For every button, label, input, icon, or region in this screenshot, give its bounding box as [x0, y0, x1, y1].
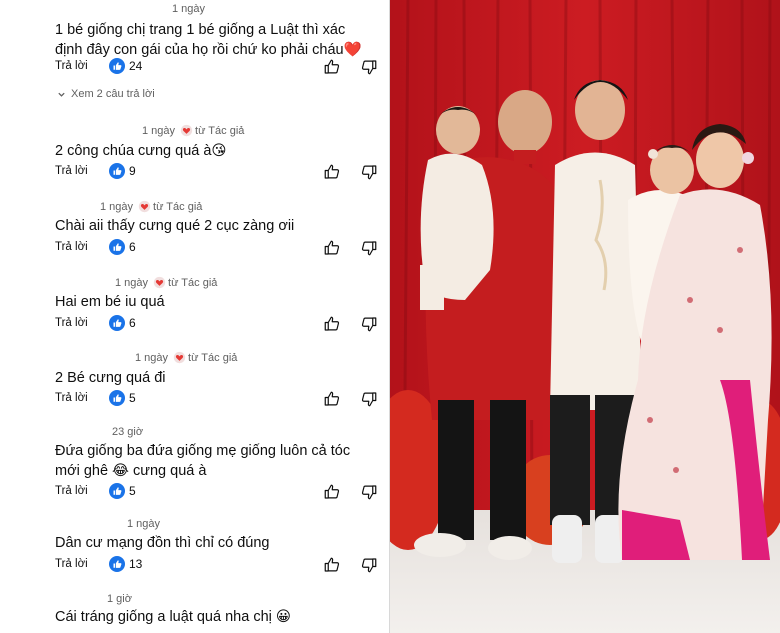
author-heart-badge: từ Tác giả: [173, 351, 237, 364]
like-count: 5: [129, 484, 136, 498]
comment-text: Đứa giống ba đứa giống mẹ giống luôn cả …: [55, 443, 351, 479]
creator-heart-icon: [153, 276, 166, 289]
family-photo-illustration: [390, 0, 780, 633]
reply-button[interactable]: Trả lời: [55, 241, 88, 253]
thumbs-up-icon[interactable]: [323, 390, 341, 408]
reply-button[interactable]: Trả lời: [55, 558, 88, 570]
comment-time: 1 ngày: [172, 3, 206, 15]
comment-meta: 1 ngày từ Tác giả: [135, 351, 237, 364]
thumbs-down-icon[interactable]: [360, 483, 378, 501]
comment-meta: 1 giờ: [107, 593, 132, 605]
like-icon: [109, 390, 125, 406]
view-replies-label: Xem 2 câu trả lời: [71, 88, 155, 100]
thumbs-up-icon[interactable]: [323, 163, 341, 181]
like-icon: [109, 483, 125, 499]
comment-time: 1 ngày: [115, 276, 149, 289]
comment-meta: 23 giờ: [112, 426, 143, 438]
comment-actions: Trả lời 6: [55, 315, 380, 335]
comment-meta: 1 ngày từ Tác giả: [100, 200, 202, 213]
comment-text: 2 công chúa cưng quá à😘: [55, 143, 227, 159]
chevron-down-icon: [58, 92, 65, 97]
creator-heart-icon: [138, 200, 151, 213]
comment-text: 1 bé giống chị trang 1 bé giống a Luật t…: [55, 22, 362, 58]
comment-text: Chài aii thấy cưng qué 2 cục zàng ơii: [55, 218, 295, 234]
comment-time: 1 ngày: [135, 351, 169, 364]
reply-button[interactable]: Trả lời: [55, 165, 88, 177]
thumbs-down-icon[interactable]: [360, 58, 378, 76]
author-heart-badge: từ Tác giả: [138, 200, 202, 213]
author-heart-badge: từ Tác giả: [153, 276, 217, 289]
like-icon: [109, 239, 125, 255]
thumbs-up-icon[interactable]: [323, 483, 341, 501]
comment-time: 1 ngày: [142, 124, 176, 137]
thumbs-down-icon[interactable]: [360, 556, 378, 574]
like-icon: [109, 163, 125, 179]
like-count: 6: [129, 316, 136, 330]
comment-time: 1 ngày: [127, 518, 161, 530]
comment-text: Dân cư mạng đồn thì chỉ có đúng: [55, 535, 270, 551]
creator-heart-icon: [173, 351, 186, 364]
thumbs-down-icon[interactable]: [360, 315, 378, 333]
comment-actions: Trả lời 6: [55, 239, 380, 259]
comment-meta: 1 ngày: [127, 518, 160, 530]
comment-time: 1 ngày: [100, 200, 134, 213]
comment-time: 1 giờ: [107, 593, 132, 605]
comment-meta: 1 ngày từ Tác giả: [115, 276, 217, 289]
thumbs-up-icon[interactable]: [323, 556, 341, 574]
family-photo: [390, 0, 780, 633]
reply-button[interactable]: Trả lời: [55, 317, 88, 329]
comment-actions: Trả lời 13: [55, 556, 380, 576]
thumbs-down-icon[interactable]: [360, 239, 378, 257]
reply-button[interactable]: Trả lời: [55, 392, 88, 404]
author-label: từ Tác giả: [195, 124, 245, 137]
thumbs-down-icon[interactable]: [360, 163, 378, 181]
thumbs-down-icon[interactable]: [360, 390, 378, 408]
comment-meta: 1 ngày: [172, 3, 205, 15]
like-count: 24: [129, 59, 143, 73]
author-label: từ Tác giả: [188, 351, 238, 364]
author-label: từ Tác giả: [168, 276, 218, 289]
like-icon: [109, 315, 125, 331]
comment-text: 2 Bé cưng quá đi: [55, 370, 166, 386]
like-count: 9: [129, 164, 136, 178]
creator-heart-icon: [180, 124, 193, 137]
comment-meta: 1 ngày từ Tác giả: [142, 124, 244, 137]
comment-text: Cái tráng giống a luật quá nha chị 😀: [55, 609, 291, 625]
like-count: 5: [129, 391, 136, 405]
like-count: 13: [129, 557, 143, 571]
author-label: từ Tác giả: [153, 200, 203, 213]
comment-list: 1 ngày 1 bé giống chị trang 1 bé giống a…: [0, 0, 390, 633]
thumbs-up-icon[interactable]: [323, 239, 341, 257]
comment-actions: Trả lời 9: [55, 163, 380, 183]
like-icon: [109, 58, 125, 74]
reply-button[interactable]: Trả lời: [55, 485, 88, 497]
thumbs-up-icon[interactable]: [323, 315, 341, 333]
comment-text: Hai em bé iu quá: [55, 294, 165, 310]
like-icon: [109, 556, 125, 572]
comment-actions: Trả lời 5: [55, 483, 380, 503]
reply-button[interactable]: Trả lời: [55, 60, 88, 72]
author-heart-badge: từ Tác giả: [180, 124, 244, 137]
comment-time: 23 giờ: [112, 426, 144, 438]
view-replies-link[interactable]: Xem 2 câu trả lời: [57, 88, 155, 100]
comment-actions: Trả lời 5: [55, 390, 380, 410]
like-count: 6: [129, 240, 136, 254]
comment-actions: Trả lời 24: [55, 58, 380, 78]
thumbs-up-icon[interactable]: [323, 58, 341, 76]
